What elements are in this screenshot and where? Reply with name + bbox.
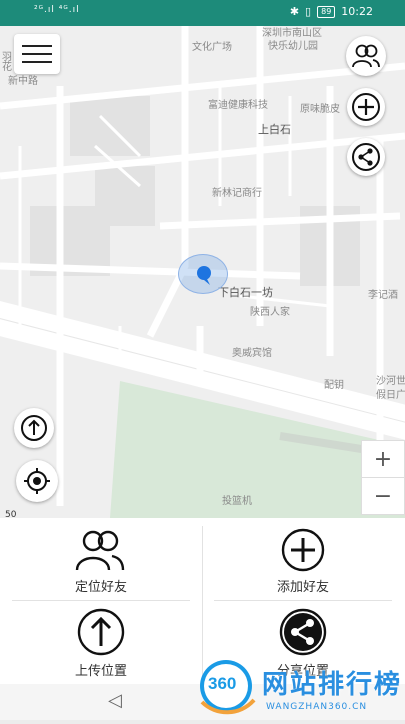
add-friend-label: 添加好友: [276, 580, 329, 595]
plus-circle-icon: [281, 528, 325, 572]
map-label: 文化广场: [192, 42, 232, 53]
map-label: 配钥: [324, 380, 344, 391]
watermark-url: WANGZHAN360.CN: [266, 702, 368, 712]
locate-friends-button[interactable]: 定位好友: [6, 528, 196, 608]
upload-arrow-icon: [77, 608, 125, 656]
friends-icon: [352, 44, 380, 68]
add-friend-button[interactable]: 添加好友: [208, 528, 398, 608]
crosshair-icon: [24, 468, 50, 494]
watermark-logo: 360 网站排行榜 WANGZHAN360.CN: [196, 652, 405, 720]
map-label: 上白石: [258, 123, 291, 136]
back-button[interactable]: ◁: [108, 690, 122, 711]
upload-location-label: 上传位置: [74, 664, 127, 679]
signal-indicator: ²ᴳ.ıl ⁴ᴳ.ıl: [34, 5, 80, 15]
map-label: 新林记商行: [212, 188, 262, 199]
map-label: 陕西人家: [250, 307, 290, 318]
friends-button[interactable]: [346, 36, 386, 76]
current-location-marker: [178, 254, 228, 294]
watermark-badge: 360: [208, 674, 237, 693]
menu-icon: [22, 45, 52, 47]
zoom-in-button[interactable]: +: [361, 440, 405, 478]
locate-me-button[interactable]: [16, 460, 58, 502]
status-bar: ²ᴳ.ıl ⁴ᴳ.ıl ✱ ▯ 89 10:22: [0, 0, 405, 26]
zoom-out-button[interactable]: −: [361, 477, 405, 515]
share-map-button[interactable]: [347, 138, 385, 176]
friends-icon: [75, 530, 125, 571]
share-icon: [279, 608, 327, 656]
locate-friends-label: 定位好友: [74, 580, 127, 595]
map-label: 假日广: [376, 390, 405, 401]
map-label: 花: [2, 62, 12, 73]
map-label: 投篮机: [222, 496, 252, 507]
battery-indicator: 89: [317, 5, 336, 18]
map-label: 快乐幼儿园: [268, 41, 318, 52]
watermark-title: 网站排行榜: [262, 670, 403, 700]
map-scale: 50: [5, 510, 17, 518]
clock: 10:22: [341, 5, 373, 18]
menu-button[interactable]: [14, 34, 60, 74]
plus-circle-icon: [352, 93, 380, 121]
map-label: 富迪健康科技: [208, 100, 268, 111]
location-pin-icon: [197, 266, 211, 285]
map-label: 李记酒: [368, 290, 398, 301]
map-label: 新中路: [8, 76, 38, 87]
map-label: 原味脆皮: [300, 104, 340, 115]
vibrate-icon: ▯: [305, 5, 312, 18]
map-view[interactable]: 文化广场 深圳市南山区 快乐幼儿园 富迪健康科技 原味脆皮 上白石 新林记商行 …: [0, 26, 405, 518]
map-label: 奥威宾馆: [232, 348, 272, 359]
share-icon: [352, 143, 380, 171]
add-friend-map-button[interactable]: [347, 88, 385, 126]
bluetooth-icon: ✱: [289, 5, 300, 18]
upload-map-button[interactable]: [14, 408, 54, 448]
upload-location-button[interactable]: 上传位置: [6, 608, 196, 688]
map-label: 沙河世: [376, 376, 405, 387]
upload-arrow-icon: [21, 415, 47, 441]
